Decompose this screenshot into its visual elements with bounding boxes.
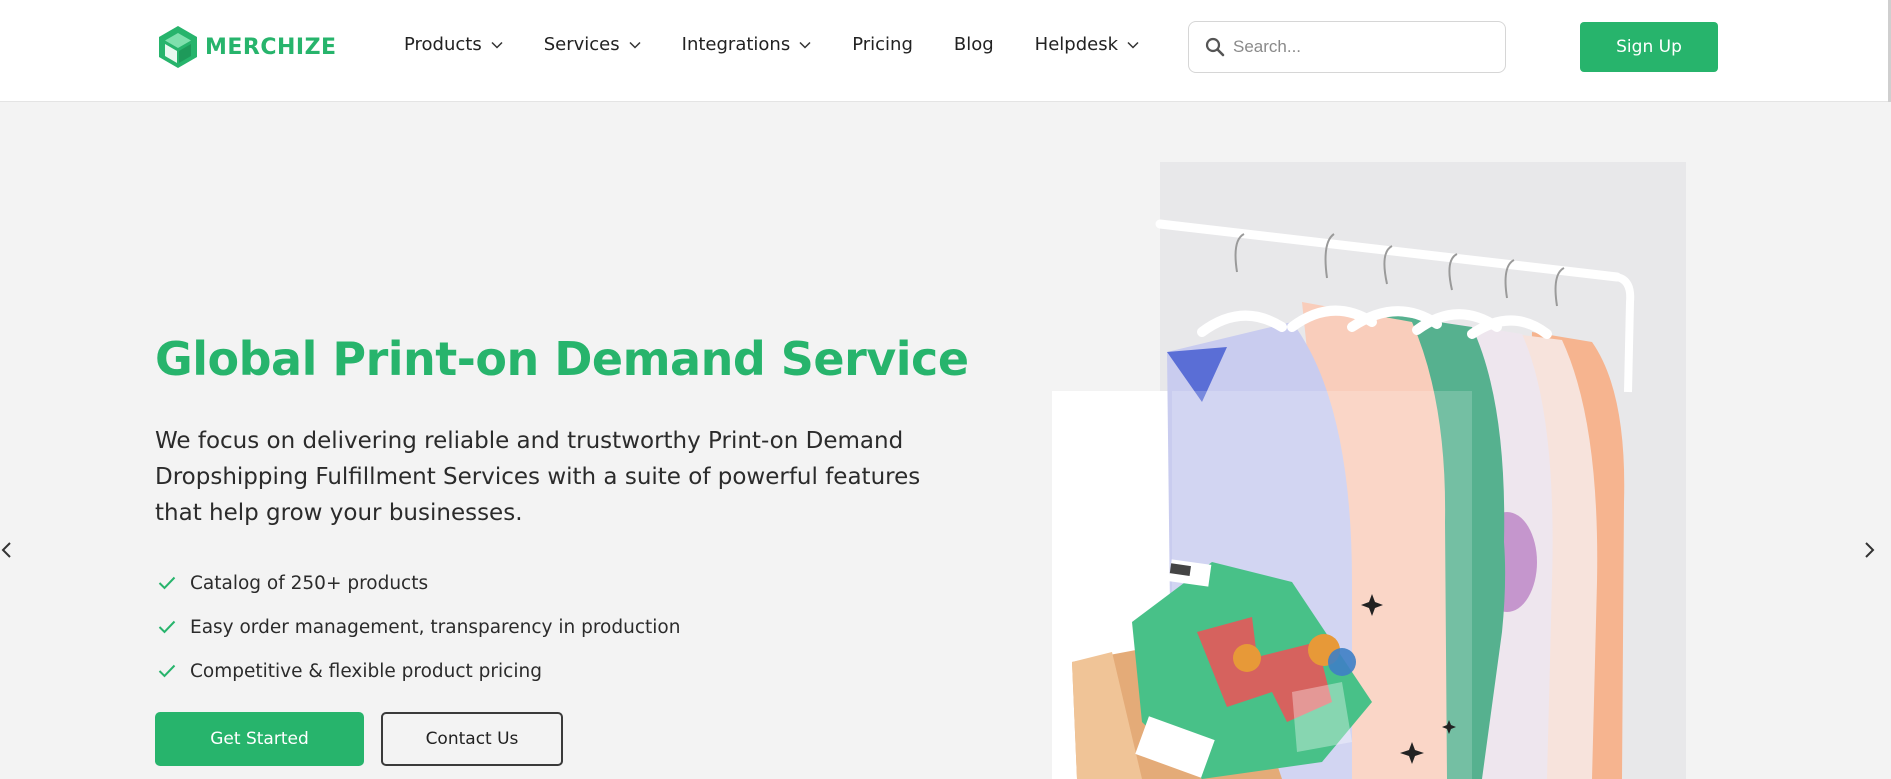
get-started-button[interactable]: Get Started [155,712,364,766]
nav-item-label: Products [404,34,482,55]
chevron-left-icon[interactable] [0,538,14,562]
nav-item-integrations[interactable]: Integrations [682,34,812,55]
hero-description: We focus on delivering reliable and trus… [155,428,921,526]
nav-item-helpdesk[interactable]: Helpdesk [1035,34,1139,55]
sign-up-button[interactable]: Sign Up [1580,22,1718,72]
nav-item-label: Integrations [681,34,791,55]
nav-item-label: Services [543,34,620,55]
check-icon [158,664,176,678]
feature-text: Catalog of 250+ products [190,572,429,594]
nav-item-label: Helpdesk [1034,34,1119,55]
chevron-down-icon [491,41,503,49]
nav-item-label: Blog [953,34,994,55]
search-input[interactable] [1233,37,1493,57]
site-header: MERCHIZE Products Services Integrations … [0,0,1891,102]
chevron-down-icon [799,41,811,49]
feature-list: Catalog of 250+ products Easy order mana… [158,561,680,693]
hero-title: Global Print-on Demand Service [155,332,969,386]
chevron-right-icon[interactable] [1862,538,1876,562]
brand-logo[interactable]: MERCHIZE [155,24,337,70]
search-icon [1205,37,1225,57]
check-icon [158,620,176,634]
chevron-down-icon [629,41,641,49]
feature-text: Competitive & flexible product pricing [190,660,542,682]
contact-us-button[interactable]: Contact Us [381,712,563,766]
main-nav: Products Services Integrations Pricing B… [404,34,1180,55]
nav-item-products[interactable]: Products [404,34,503,55]
brand-name: MERCHIZE [205,34,337,60]
list-item: Easy order management, transparency in p… [158,605,680,649]
check-icon [158,576,176,590]
nav-item-pricing[interactable]: Pricing [852,34,913,55]
search-box[interactable] [1188,21,1506,73]
list-item: Catalog of 250+ products [158,561,680,605]
nav-item-label: Pricing [852,34,913,55]
logo-mark-icon [159,26,197,68]
chevron-down-icon [1127,41,1139,49]
nav-item-services[interactable]: Services [544,34,641,55]
feature-text: Easy order management, transparency in p… [190,616,681,638]
hero-illustration [1052,162,1686,779]
list-item: Competitive & flexible product pricing [158,649,680,693]
nav-item-blog[interactable]: Blog [954,34,994,55]
